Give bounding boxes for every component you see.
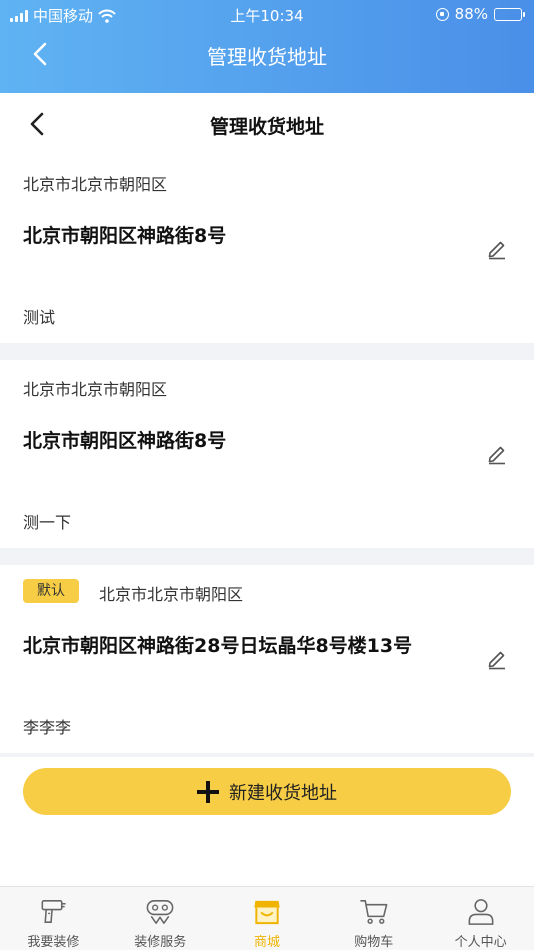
app-header: 中国移动 上午10:34 88% 管理收货地址 [0,0,534,93]
pencil-icon [488,651,505,670]
address-street: 北京市朝阳区神路街28号日坛晶华8号楼13号 [23,635,413,657]
card-divider [0,343,534,360]
page-title: 管理收货地址 [207,45,327,69]
shop-icon [254,900,280,925]
address-contact-name: 测试 [23,308,56,327]
edit-address-button[interactable] [486,648,508,670]
orientation-lock-icon [435,7,449,21]
secondary-nav-bar: 管理收货地址 [0,93,534,155]
address-card[interactable]: 默认 北京市北京市朝阳区 北京市朝阳区神路街28号日坛晶华8号楼13号 李李李 [0,565,534,753]
address-street: 北京市朝阳区神路街8号 [23,430,227,452]
address-region: 北京市北京市朝阳区 [99,585,244,604]
address-street: 北京市朝阳区神路街8号 [23,225,227,247]
battery-percent: 88% [454,5,488,23]
bottom-tab-bar: 我要装修 装修服务 商城 购物车 个人中心 [0,886,534,950]
inner-page-title: 管理收货地址 [209,116,324,138]
primary-nav-bar: 管理收货地址 [0,28,534,93]
status-bar: 中国移动 上午10:34 88% [0,0,534,28]
address-card[interactable]: 北京市北京市朝阳区 北京市朝阳区神路街8号 测一下 [0,360,534,548]
tab-cart[interactable]: 购物车 [320,887,427,950]
new-address-button[interactable]: 新建收货地址 [23,768,511,815]
tab-label: 购物车 [354,935,394,950]
user-icon [468,899,494,925]
tab-label: 商城 [253,935,280,950]
battery-icon [494,7,525,21]
cart-icon [360,900,388,924]
drill-icon [41,900,67,923]
card-divider [0,548,534,565]
pencil-icon [488,446,505,465]
service-icon [146,900,174,924]
pencil-icon [488,241,505,260]
address-region: 北京市北京市朝阳区 [23,380,168,399]
tab-services[interactable]: 装修服务 [107,887,214,950]
address-contact-name: 李李李 [23,718,72,737]
tab-label: 我要装修 [27,935,80,950]
tab-profile[interactable]: 个人中心 [427,887,534,950]
address-contact-name: 测一下 [23,513,72,532]
address-region: 北京市北京市朝阳区 [23,175,168,194]
edit-address-button[interactable] [486,443,508,465]
default-badge: 默认 [23,579,79,603]
plus-icon [197,780,219,803]
tab-label: 个人中心 [454,935,507,950]
address-card[interactable]: 北京市北京市朝阳区 北京市朝阳区神路街8号 测试 [0,155,534,343]
tab-decoration[interactable]: 我要装修 [0,887,107,950]
new-address-label: 新建收货地址 [229,782,337,804]
edit-address-button[interactable] [486,238,508,260]
tab-mall[interactable]: 商城 [214,887,321,950]
card-divider [0,753,534,757]
tab-label: 装修服务 [134,935,187,950]
